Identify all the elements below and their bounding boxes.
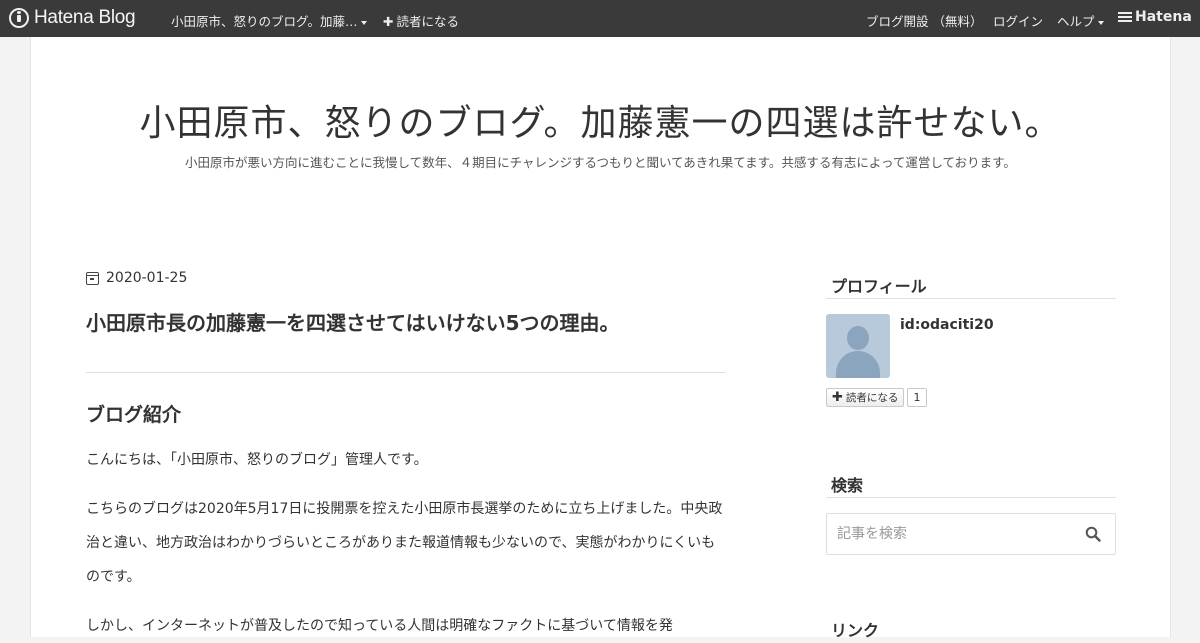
chevron-down-icon [360,20,367,25]
plus-icon: ✚ [832,390,843,405]
create-blog-label: ブログ開設 （無料） [866,14,983,29]
divider [826,497,1116,498]
profile-heading: プロフィール [831,277,927,296]
article-paragraph: こちらのブログは2020年5月17日に投開票を控えた小田原市長選挙のために立ち上… [86,501,723,585]
help-label: ヘルプ [1057,14,1095,29]
profile-user-id[interactable]: id:odaciti20 [900,317,994,333]
help-menu-dropdown[interactable]: ヘルプ [1057,11,1104,30]
plus-icon: ✚ [383,14,394,29]
calendar-icon [86,271,99,285]
hatena-blog-logo[interactable]: Hatena Blog [9,7,136,29]
blog-title[interactable]: 小田原市、怒りのブログ。加藤憲一の四選は許せない。 [31,94,1170,146]
section-heading: ブログ紹介 [86,404,182,426]
avatar[interactable] [826,314,890,378]
header-subscribe-label: 読者になる [396,14,459,29]
login-label: ログイン [993,14,1044,29]
search-form [826,513,1116,555]
article-date-text: 2020-01-25 [106,270,188,286]
blog-page: 小田原市、怒りのブログ。加藤憲一の四選は許せない。 小田原市が悪い方向に進むこと… [30,37,1171,640]
article-title[interactable]: 小田原市長の加藤憲一を四選させてはいけない5つの理由。 [86,307,620,336]
chevron-down-icon [1097,20,1104,25]
blog-menu-dropdown[interactable]: 小田原市、怒りのブログ。加藤… [171,11,367,30]
hatena-label: Hatena [1135,9,1192,25]
hatena-logo-icon [9,8,29,28]
hatena-logo-link[interactable]: Hatena [1118,9,1192,25]
sidebar-subscribe-label: 読者になる [845,392,899,404]
article-paragraph: こんにちは、「小田原市、怒りのブログ」管理人です。 [86,452,428,468]
search-input[interactable] [827,514,1077,554]
blog-menu-label: 小田原市、怒りのブログ。加藤… [171,14,358,29]
article-date[interactable]: 2020-01-25 [86,270,187,286]
avatar-head-shape [847,326,869,350]
global-header: Hatena Blog 小田原市、怒りのブログ。加藤… ✚ 読者になる ブログ開設… [0,0,1200,37]
subscriber-count-badge[interactable]: 1 [907,388,927,407]
divider [86,372,726,373]
sidebar-subscribe-button[interactable]: ✚ 読者になる [826,388,905,407]
links-heading: リンク [831,621,880,640]
search-heading: 検索 [831,476,864,495]
avatar-body-shape [836,351,880,378]
hatena-menu-icon [1118,12,1132,22]
divider [826,298,1116,299]
create-blog-link[interactable]: ブログ開設 （無料） [866,11,982,30]
header-subscribe-button[interactable]: ✚ 読者になる [383,11,459,30]
login-link[interactable]: ログイン [993,11,1043,30]
blog-description: 小田原市が悪い方向に進むことに我慢して数年、４期目にチャレンジするつもりと聞いて… [185,155,1016,170]
search-icon[interactable] [1085,526,1101,542]
logo-text: Hatena Blog [34,7,136,28]
article-paragraph: しかし、インターネットが普及したので知っている人間は明確なファクトに基づいて情報… [86,618,673,634]
